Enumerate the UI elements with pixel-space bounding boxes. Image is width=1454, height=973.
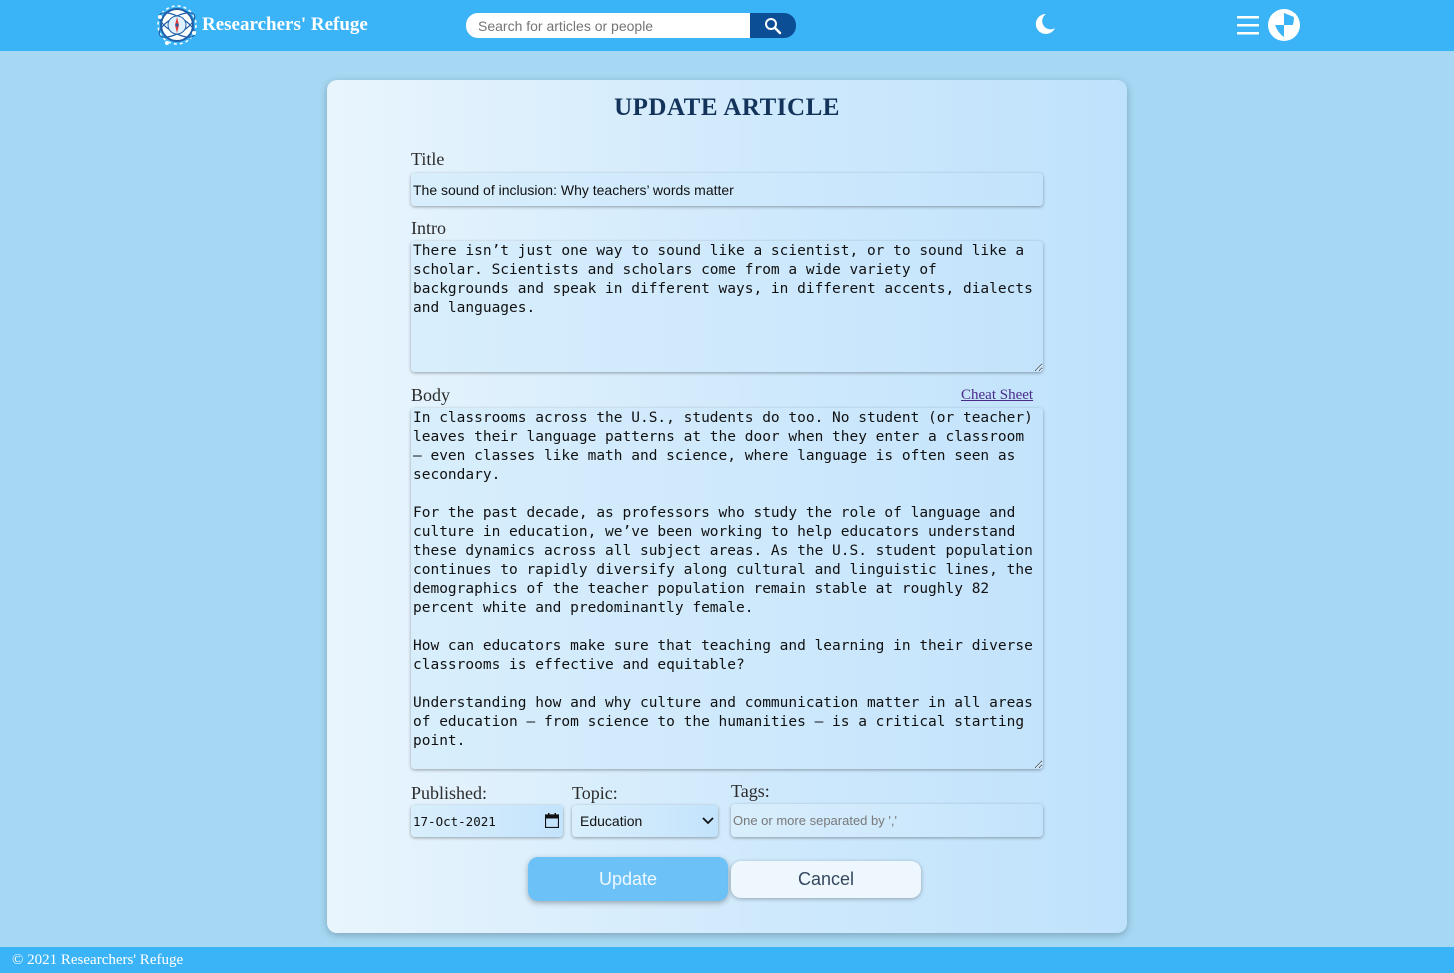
- page-title: UPDATE ARTICLE: [614, 94, 840, 121]
- intro-textarea[interactable]: There isn’t just one way to sound like a…: [411, 241, 1043, 372]
- title-label: Title: [411, 149, 445, 169]
- search-input[interactable]: [466, 13, 756, 38]
- logo-icon[interactable]: [155, 3, 199, 47]
- footer: © 2021 Researchers' Refuge: [0, 947, 1454, 973]
- moon-icon[interactable]: [1030, 10, 1058, 38]
- cheat-sheet-link[interactable]: Cheat Sheet: [961, 387, 1033, 404]
- topic-selected-value: Education: [580, 813, 643, 829]
- shield-icon[interactable]: [1267, 8, 1301, 42]
- body-label: Body: [411, 385, 451, 405]
- calendar-icon[interactable]: [545, 813, 559, 828]
- menu-icon[interactable]: [1236, 13, 1260, 37]
- tags-input[interactable]: [731, 804, 1043, 837]
- update-button[interactable]: Update: [528, 857, 728, 901]
- update-article-card: UPDATE ARTICLE Title Intro There isn’t j…: [327, 80, 1127, 933]
- chevron-down-icon: [702, 817, 714, 825]
- search-icon: [765, 17, 782, 34]
- search-button[interactable]: [750, 13, 796, 38]
- top-nav-bar: Researchers' Refuge: [0, 0, 1454, 51]
- copyright-text: © 2021 Researchers' Refuge: [12, 952, 184, 968]
- topic-select[interactable]: Education: [572, 805, 718, 837]
- search-bar: [466, 13, 796, 38]
- published-label: Published:: [411, 783, 488, 803]
- title-input[interactable]: [411, 173, 1043, 206]
- body-textarea[interactable]: In classrooms across the U.S., students …: [411, 408, 1043, 769]
- published-date-input[interactable]: 17-Oct-2021: [411, 805, 563, 837]
- published-date-value: 17-Oct-2021: [413, 813, 496, 829]
- brand-name[interactable]: Researchers' Refuge: [202, 14, 368, 36]
- intro-label: Intro: [411, 218, 446, 238]
- tags-label: Tags:: [731, 781, 770, 801]
- topic-label: Topic:: [572, 783, 618, 803]
- cancel-button[interactable]: Cancel: [731, 861, 921, 898]
